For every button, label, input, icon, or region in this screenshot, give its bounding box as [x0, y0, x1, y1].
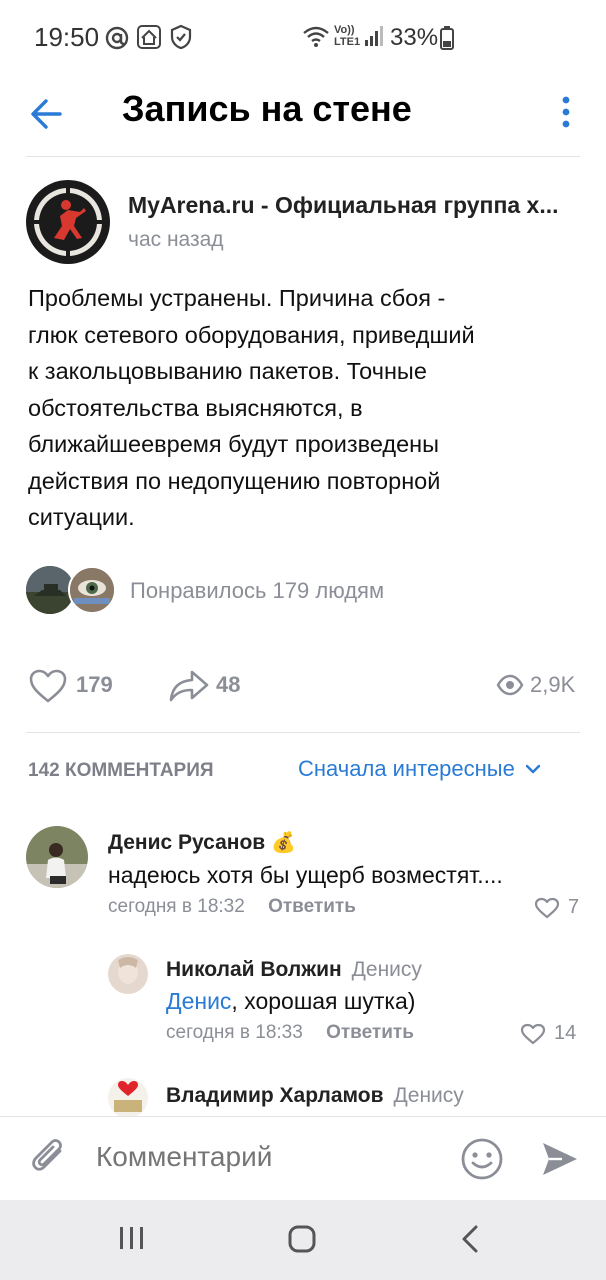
- views-count: 2,9K: [530, 672, 576, 697]
- status-bar: 19:50 Vo)) LTE1 33%: [0, 0, 606, 78]
- signal-icon: [364, 24, 384, 53]
- post-text-line: обстоятельства выясняются, в: [28, 394, 363, 421]
- chevron-left-icon: [462, 1225, 478, 1253]
- comment-avatar[interactable]: [26, 826, 88, 888]
- post-text-line: глюк сетевого оборудования, приведший: [28, 321, 475, 348]
- share-count: 48: [216, 672, 241, 697]
- more-options-button[interactable]: [554, 92, 578, 136]
- comment-like-count: 7: [568, 896, 580, 918]
- home-button[interactable]: [287, 1224, 317, 1259]
- recent-apps-button[interactable]: [118, 1224, 146, 1257]
- liked-by-text[interactable]: Понравилось 179 людям: [130, 578, 384, 604]
- heart-icon: [534, 897, 560, 918]
- money-bag-icon: 💰: [271, 832, 296, 854]
- battery-icon: [440, 26, 454, 55]
- home-app-icon: [136, 24, 162, 55]
- header-divider: [26, 156, 580, 157]
- emoji-button[interactable]: [460, 1137, 504, 1186]
- comment-avatar[interactable]: [108, 1078, 148, 1118]
- comments-count: 142 КОММЕНТАРИЯ: [28, 760, 214, 781]
- page-title: Запись на стене: [122, 88, 412, 129]
- comment-like-button[interactable]: 14: [520, 1022, 576, 1045]
- post-text-line: Проблемы устранены. Причина сбоя -: [28, 285, 446, 311]
- attach-button[interactable]: [30, 1137, 70, 1186]
- heart-icon: [29, 669, 67, 703]
- reply-button[interactable]: Ответить: [268, 896, 356, 917]
- comment-text: Денис, хорошая шутка): [166, 988, 415, 1015]
- reply-button[interactable]: Ответить: [326, 1022, 414, 1043]
- smiley-icon: [461, 1138, 503, 1180]
- system-nav-bar: [0, 1200, 606, 1280]
- comments-sort-select[interactable]: Сначала интересные: [298, 756, 541, 782]
- comment-author[interactable]: Владимир Харламов Денису: [166, 1084, 464, 1108]
- reply-to-label: Денису: [393, 1084, 464, 1107]
- comment-author[interactable]: Денис Русанов 💰: [108, 830, 296, 855]
- divider: [26, 732, 580, 733]
- back-nav-button[interactable]: [460, 1224, 480, 1259]
- wifi-icon: [302, 24, 330, 53]
- post-timestamp: час назад: [128, 228, 224, 251]
- shield-icon: [170, 24, 192, 55]
- sort-label: Сначала интересные: [298, 756, 515, 781]
- comment-meta: сегодня в 18:33 Ответить: [166, 1022, 414, 1044]
- post-text-line: ближайшеевремя будут произведены: [28, 431, 440, 457]
- mention-link[interactable]: Денис: [166, 988, 231, 1014]
- status-time: 19:50: [34, 22, 100, 52]
- comment-like-count: 14: [554, 1022, 577, 1044]
- comment-text-body: , хорошая шутка): [231, 988, 416, 1014]
- arrow-left-icon: [31, 99, 62, 129]
- post-text-line: действия по недопущению повторной: [28, 467, 441, 494]
- comment-like-button[interactable]: 7: [534, 896, 579, 919]
- comment-author-name: Владимир Харламов: [166, 1084, 384, 1107]
- comment-avatar[interactable]: [108, 954, 148, 994]
- comment-time: сегодня в 18:33: [166, 1022, 303, 1043]
- post-text-line: ситуации.: [28, 504, 135, 530]
- network-label: Vo)) LTE1: [334, 24, 361, 48]
- heart-icon: [520, 1023, 546, 1044]
- send-icon: [543, 1143, 577, 1175]
- paperclip-icon: [32, 1139, 62, 1171]
- comment-author-name: Николай Волжин: [166, 958, 342, 981]
- recent-apps-icon: [120, 1227, 143, 1249]
- comment-composer: [0, 1116, 606, 1200]
- liker-avatar[interactable]: [68, 566, 116, 614]
- app-header: Запись на стене: [0, 78, 606, 156]
- chevron-down-icon: [525, 764, 541, 774]
- post-text-line: к закольцовыванию пакетов. Точные: [28, 358, 427, 384]
- comment-time: сегодня в 18:32: [108, 896, 245, 917]
- battery-percent: 33%: [390, 24, 439, 51]
- like-count: 179: [76, 672, 113, 697]
- comment-author-name: Денис Русанов: [108, 831, 266, 854]
- like-button[interactable]: [28, 668, 68, 709]
- comment-input[interactable]: [96, 1141, 436, 1173]
- reply-to-label: Денису: [351, 958, 422, 981]
- group-avatar[interactable]: [26, 180, 110, 264]
- eye-icon: [496, 674, 524, 701]
- comment-meta: сегодня в 18:32 Ответить: [108, 896, 356, 918]
- post-text: Проблемы устранены. Причина сбоя - глюк …: [28, 280, 548, 536]
- comment-text: надеюсь хотя бы ущерб возместят....: [108, 862, 503, 888]
- at-sign-icon: [104, 24, 130, 57]
- share-arrow-icon: [169, 670, 209, 702]
- share-button[interactable]: [168, 668, 210, 709]
- post-author[interactable]: MyArena.ru - Официальная группа х...: [128, 192, 578, 219]
- comment-author[interactable]: Николай Волжин Денису: [166, 958, 422, 982]
- liker-avatar[interactable]: [26, 566, 74, 614]
- back-button[interactable]: [26, 92, 70, 136]
- home-icon: [288, 1225, 316, 1253]
- more-vertical-icon: [562, 96, 570, 128]
- send-button[interactable]: [540, 1139, 580, 1184]
